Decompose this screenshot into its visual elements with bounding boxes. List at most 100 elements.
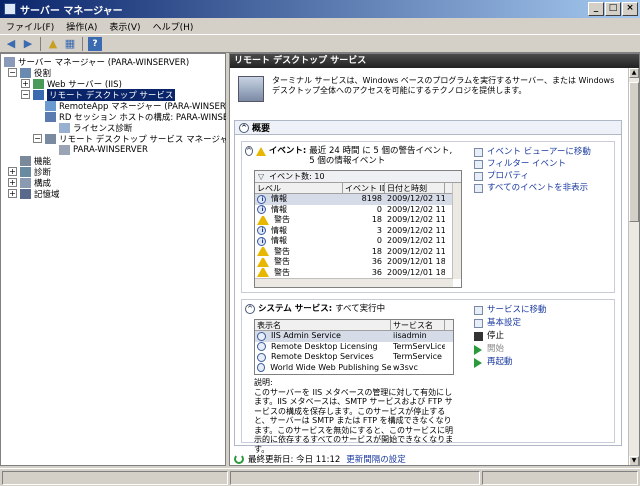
service-display-name: Remote Desktop Services: [255, 352, 391, 363]
menu-action[interactable]: 操作(A): [60, 20, 103, 33]
events-filter-bar: ▽ イベント数: 10: [255, 171, 461, 183]
close-button[interactable]: ×: [622, 2, 638, 16]
service-row[interactable]: Remote Desktop LicensingTermServLicen: [255, 342, 453, 353]
expand-icon[interactable]: +: [21, 79, 30, 88]
maximize-button[interactable]: □: [605, 2, 621, 16]
filter-events-link[interactable]: フィルター イベント: [474, 158, 591, 170]
event-row[interactable]: 警告 18 2009/12/02 11:0: [255, 247, 461, 258]
event-row[interactable]: 警告 18 2009/12/02 11:0: [255, 215, 461, 226]
collapse-icon[interactable]: −: [33, 134, 42, 143]
scroll-thumb[interactable]: [629, 82, 639, 222]
tree-roles[interactable]: − 役割: [8, 67, 51, 79]
service-name: w3svc: [393, 362, 418, 372]
tree-root[interactable]: サーバー マネージャー (PARA-WINSERVER): [4, 56, 189, 68]
properties-icon: [474, 171, 483, 181]
restart-link[interactable]: 再起動: [474, 356, 547, 369]
warning-icon: [257, 215, 269, 225]
filter-icon[interactable]: ▽: [258, 172, 264, 181]
info-icon: i: [257, 194, 266, 204]
collapse-chevron-icon[interactable]: ^: [239, 122, 249, 133]
tree-license[interactable]: ライセンス診断: [59, 122, 132, 134]
scroll-up-icon[interactable]: ▲: [629, 68, 639, 78]
menu-help[interactable]: ヘルプ(H): [147, 20, 200, 33]
tree-web-server[interactable]: + Web サーバー (IIS): [21, 78, 122, 90]
service-name: TermServLicen: [393, 341, 445, 351]
tree-diagnostics[interactable]: + 診断: [8, 166, 51, 178]
remoteapp-icon: [45, 100, 56, 111]
event-row[interactable]: 警告 36 2009/12/01 18:4: [255, 257, 461, 268]
column-display-name[interactable]: 表示名: [255, 320, 391, 330]
service-display-name: World Wide Web Publishing Service: [255, 363, 391, 374]
collapse-icon[interactable]: −: [21, 90, 30, 99]
back-icon[interactable]: ◀: [4, 37, 18, 51]
services-rows: IIS Admin Service iisadmin Remote Desktop …: [255, 331, 453, 373]
goto-services-link[interactable]: サービスに移動: [474, 304, 547, 317]
menu-file[interactable]: ファイル(F): [0, 20, 60, 33]
expand-icon[interactable]: +: [8, 167, 17, 176]
event-date: 2009/12/02 11:0: [387, 236, 445, 245]
forward-icon[interactable]: ▶: [21, 37, 35, 51]
event-row[interactable]: i情報 8198 2009/12/02 11:0: [255, 194, 461, 205]
event-viewer-icon: [474, 147, 483, 157]
help-icon[interactable]: ?: [88, 36, 102, 51]
event-date: 2009/12/01 18:4: [387, 257, 445, 266]
expand-icon[interactable]: +: [8, 189, 17, 198]
service-gear-icon: [257, 352, 266, 362]
column-level[interactable]: レベル: [255, 183, 343, 193]
rd-host-icon: [45, 111, 56, 122]
features-icon: [20, 155, 31, 166]
event-row[interactable]: i情報 3 2009/12/02 11:0: [255, 226, 461, 237]
scroll-down-icon[interactable]: ▼: [629, 456, 639, 465]
collapse-icon[interactable]: −: [8, 68, 17, 77]
toolbar-separator: [40, 36, 41, 51]
services-grid: 表示名 サービス名 IIS Admin Service iisadmin Remot…: [254, 319, 454, 375]
tree-features[interactable]: 機能: [8, 155, 51, 167]
tree-rds-manager[interactable]: − リモート デスクトップ サービス マネージャー: [33, 133, 237, 145]
stop-link[interactable]: 停止: [474, 330, 547, 343]
info-icon: i: [257, 236, 266, 246]
service-description: 説明: このサーバーを IIS メタベースの管理に対して有効にします。IIS メ…: [254, 378, 454, 454]
service-row[interactable]: Remote Desktop Services TermService: [255, 352, 453, 363]
events-grid: ▽ イベント数: 10 レベル イベント ID 日付と時刻 i 情報 8198 2009…: [254, 170, 462, 288]
description-text: このサーバーを IIS メタベースの管理に対して有効にします。IIS メタベース…: [254, 387, 454, 454]
show-hide-tree-icon[interactable]: ▦: [63, 37, 77, 51]
tree-storage[interactable]: + 記憶域: [8, 188, 60, 200]
goto-event-viewer-link[interactable]: イベント ビューアーに移動: [474, 146, 591, 158]
events-vscroll[interactable]: [452, 183, 461, 279]
up-folder-icon[interactable]: ▲: [46, 37, 60, 51]
event-row[interactable]: i情報 0 2009/12/02 11:0: [255, 236, 461, 247]
event-level: i 情報: [255, 236, 343, 247]
column-event-id[interactable]: イベント ID: [343, 183, 385, 193]
filter-icon: [474, 159, 483, 169]
service-row[interactable]: IIS Admin Service iisadmin: [255, 331, 453, 342]
refresh-interval-link[interactable]: 更新間隔の設定: [346, 453, 406, 465]
event-level: 警告: [255, 257, 343, 268]
column-service-name[interactable]: サービス名: [391, 320, 445, 330]
start-link[interactable]: 開始: [474, 343, 547, 356]
tree-rd-host[interactable]: RD セッション ホストの構成: PARA-WINSERVER: [45, 111, 251, 123]
properties-link[interactable]: プロパティ: [474, 170, 591, 182]
event-row[interactable]: i情報 0 2009/12/02 11:0: [255, 205, 461, 216]
summary-header[interactable]: ^ 概要: [235, 121, 621, 135]
minimize-button[interactable]: _: [588, 2, 604, 16]
events-hscroll[interactable]: [255, 278, 453, 287]
intro-text: ターミナル サービスは、Windows ベースのプログラムを実行するサーバー、ま…: [272, 76, 615, 95]
tree-configuration[interactable]: + 構成: [8, 177, 51, 189]
collapse-chevron-icon[interactable]: ^: [245, 146, 253, 156]
events-title: イベント:: [268, 146, 307, 156]
tree-remoteapp[interactable]: RemoteApp マネージャー (PARA-WINSERVER): [45, 100, 246, 112]
tree-rds[interactable]: − リモート デスクトップ サービス: [21, 88, 176, 101]
service-gear-icon: [257, 363, 266, 373]
tree-server-node[interactable]: PARA-WINSERVER: [59, 144, 148, 155]
expand-icon[interactable]: +: [8, 178, 17, 187]
collapse-chevron-icon[interactable]: ^: [245, 304, 255, 314]
menu-view[interactable]: 表示(V): [103, 20, 146, 33]
preferences-link[interactable]: 基本設定: [474, 317, 547, 330]
column-date[interactable]: 日付と時刻: [385, 183, 445, 193]
hide-all-events-link[interactable]: すべてのイベントを非表示: [474, 182, 591, 194]
event-date: 2009/12/02 11:0: [387, 204, 445, 214]
details-vscroll[interactable]: ▲ ▼: [628, 68, 639, 465]
event-row[interactable]: 警告 36 2009/12/01 18:4: [255, 268, 461, 279]
service-row[interactable]: World Wide Web Publishing Servicew3svc: [255, 363, 453, 374]
diagnostics-icon: [20, 166, 31, 177]
